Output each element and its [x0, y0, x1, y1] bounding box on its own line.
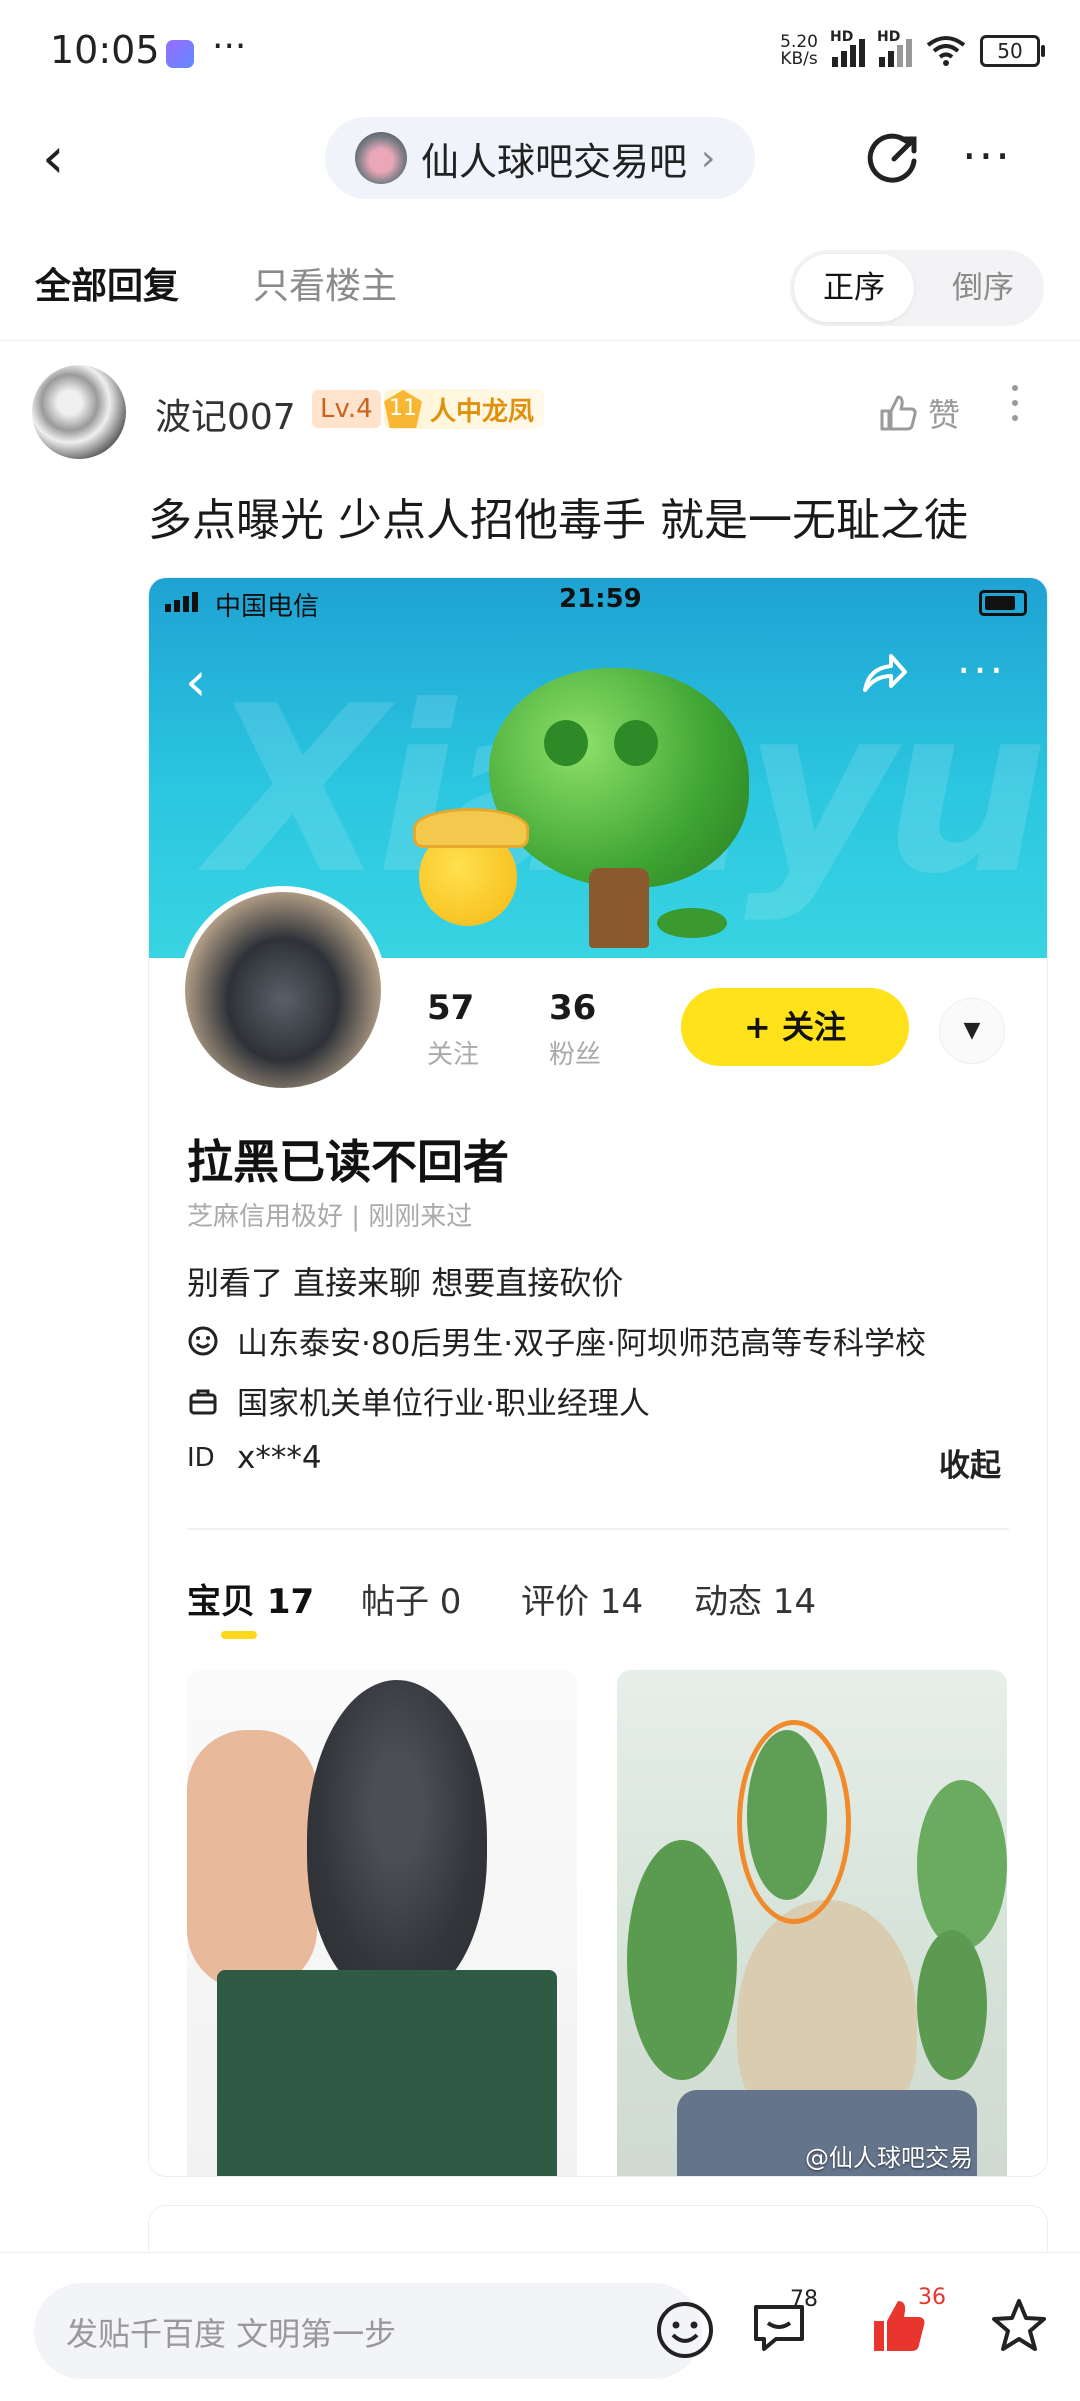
tab-activity: 动态 14 [694, 1582, 817, 1622]
highlight-circle [737, 1720, 851, 1924]
inner-more-icon: ··· [957, 646, 1007, 695]
tab-posts: 帖子 0 [361, 1582, 462, 1622]
inner-battery-icon [979, 590, 1027, 616]
cactus-pad-left [627, 1840, 737, 2080]
inner-back-icon: ‹ [185, 650, 207, 713]
medal-icon: 11 [384, 390, 422, 428]
reply-placeholder: 发贴千百度 文明第一步 [66, 2315, 397, 2353]
like-count: 36 [918, 2285, 946, 2310]
sort-order-toggle: 正序 倒序 [790, 250, 1044, 326]
cactus-shape [307, 1680, 487, 2000]
more-notifications-icon: ··· [212, 26, 247, 67]
leaves-decoration [657, 908, 727, 938]
level-badge: Lv.4 [312, 390, 381, 428]
sort-asc-button[interactable]: 正序 [794, 254, 914, 322]
following-count: 57 [427, 988, 475, 1028]
info-job-row: 国家机关单位行业·职业经理人 [187, 1378, 650, 1423]
tree-trunk [589, 868, 649, 948]
honor-title: 人中龙凤 [430, 396, 535, 427]
post-menu-icon[interactable] [1012, 385, 1020, 435]
smiley-icon [188, 1326, 218, 1355]
tab-underline [221, 1631, 257, 1639]
tab-reviews: 评价 14 [521, 1582, 644, 1622]
comment-count: 78 [790, 2287, 818, 2312]
comment-button[interactable]: 78 [748, 2287, 818, 2361]
product-image-2: @仙人球吧交易 [617, 1670, 1007, 2176]
info-location-row: 山东泰安·80后男生·双子座·阿坝师范高等专科学校 [187, 1318, 926, 1363]
cactus-pad-right [917, 1780, 1007, 1950]
inner-share-icon [863, 654, 907, 692]
avatar[interactable] [32, 365, 126, 459]
fans-count: 36 [549, 988, 597, 1028]
follow-button: + 关注 [681, 988, 909, 1066]
profile-name: 拉黑已读不回者 [187, 1135, 509, 1189]
info-id-row: ID x***4 [187, 1440, 322, 1476]
more-icon[interactable]: ··· [962, 129, 1012, 183]
following-label: 关注 [427, 1040, 480, 1070]
inner-signal-icon [165, 592, 198, 612]
like-post-button[interactable]: 36 [868, 2285, 946, 2361]
back-icon[interactable]: ‹ [42, 131, 90, 187]
profile-bio: 别看了 直接来聊 想要直接砍价 [187, 1264, 624, 1302]
wifi-icon [926, 36, 966, 66]
star-icon[interactable] [988, 2295, 1050, 2357]
sort-desc-button[interactable]: 倒序 [928, 254, 1038, 322]
inner-status-bar: 中国电信 21:59 [149, 578, 1047, 624]
battery-icon: 50 [980, 35, 1045, 67]
hand-shape [187, 1730, 317, 1990]
like-label: 赞 [928, 396, 961, 434]
app-notification-icon [166, 40, 194, 68]
inner-time: 21:59 [559, 584, 642, 614]
info-job: 国家机关单位行业·职业经理人 [237, 1386, 650, 1422]
post-image[interactable]: Xianyu 中国电信 21:59 ‹ ··· 57 关注 36 粉丝 + 关注… [148, 577, 1048, 2177]
share-icon[interactable] [866, 131, 922, 187]
status-bar: 10:05 ··· 5.20 KB/s HD HD 50 [0, 0, 1080, 105]
honor-badge: 11 人中龙凤 [384, 389, 545, 429]
status-icons: 5.20 KB/s HD HD 50 [780, 29, 1045, 69]
top-nav-bar: ‹ 仙人球吧交易吧 › ··· [0, 105, 1080, 215]
status-time: 10:05 [50, 28, 160, 72]
post-content: 多点曝光 少点人招他毒手 就是一无耻之徒 [148, 495, 968, 546]
tab-all-replies[interactable]: 全部回复 [35, 257, 179, 309]
inner-divider [187, 1528, 1009, 1530]
id-value: x***4 [237, 1440, 322, 1476]
product-image-1 [187, 1670, 577, 2176]
signal-1-icon: HD [830, 29, 865, 67]
divider [0, 340, 1080, 341]
thumbs-up-icon [880, 395, 917, 431]
chevron-right-icon: › [701, 137, 716, 179]
cactus-pad-lower [917, 1930, 987, 2080]
fans-label: 粉丝 [549, 1040, 602, 1070]
forum-avatar [355, 132, 407, 184]
bottom-bar: 发贴千百度 文明第一步 78 36 [0, 2252, 1080, 2401]
emoji-icon[interactable] [654, 2299, 716, 2361]
profile-avatar [179, 886, 387, 1094]
forum-name: 仙人球吧交易吧 [421, 139, 688, 184]
signal-2-icon: HD [877, 29, 912, 67]
collapse-link: 收起 [939, 1448, 1001, 1484]
tab-items: 宝贝 17 [187, 1582, 315, 1622]
image-watermark: @仙人球吧交易 [805, 2144, 973, 2172]
username[interactable]: 波记007 [155, 388, 296, 440]
network-speed: 5.20 KB/s [780, 32, 818, 69]
info-location: 山东泰安·80后男生·双子座·阿坝师范高等专科学校 [237, 1326, 927, 1362]
id-label: ID [187, 1443, 215, 1473]
inner-carrier: 中国电信 [215, 592, 320, 622]
pot-shape [217, 1970, 557, 2176]
credit-status: 芝麻信用极好 | 刚刚来过 [187, 1202, 473, 1232]
duck-mascot [413, 808, 529, 926]
like-button[interactable]: 赞 [878, 390, 960, 436]
tab-op-only[interactable]: 只看楼主 [253, 257, 397, 309]
briefcase-icon [189, 1389, 217, 1414]
reply-input[interactable]: 发贴千百度 文明第一步 [34, 2283, 713, 2379]
reply-tabs: 全部回复 只看楼主 正序 倒序 [0, 245, 1080, 340]
dropdown-icon: ▼ [939, 998, 1005, 1064]
forum-pill[interactable]: 仙人球吧交易吧 › [325, 117, 756, 199]
